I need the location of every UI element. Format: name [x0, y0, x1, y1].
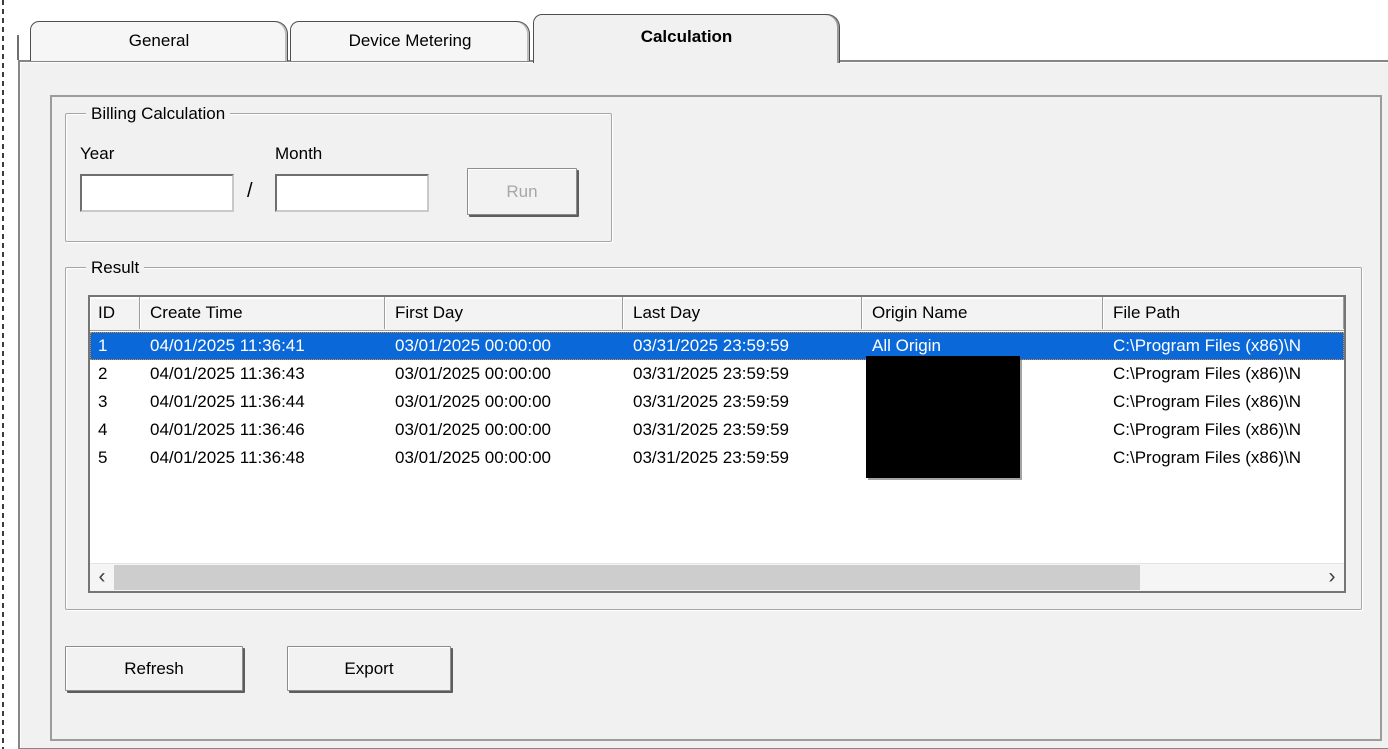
cell-first_day: 03/01/2025 00:00:00 [395, 336, 551, 355]
tab-device-metering[interactable]: Device Metering [290, 21, 530, 61]
cell-file_path: C:\Program Files (x86)\N [1113, 420, 1301, 439]
column-header-first_day[interactable]: First Day [385, 297, 623, 329]
cell-id: 3 [98, 392, 108, 411]
cell-create_time: 04/01/2025 11:36:44 [150, 392, 305, 411]
cell-create_time: 04/01/2025 11:36:48 [150, 448, 305, 467]
refresh-button[interactable]: Refresh [65, 646, 243, 691]
result-table: ID Create Time First Day Last Day Origin Nam… [88, 295, 1346, 593]
table-row[interactable]: 1 04/01/2025 11:36:41 03/01/2025 00:00:00 0… [90, 332, 1344, 360]
cell-id: 4 [98, 420, 108, 439]
cell-create_time: 04/01/2025 11:36:41 [150, 336, 305, 355]
cell-create_time: 04/01/2025 11:36:46 [150, 420, 305, 439]
cell-file_path: C:\Program Files (x86)\N [1113, 364, 1301, 383]
application-window: General Device Metering Calculation Bill… [0, 0, 1388, 749]
scrollbar-thumb[interactable] [114, 565, 1140, 590]
window-left-border-fragment [2, 0, 4, 749]
billing-calculation-group: Billing Calculation Year / Month Run [65, 103, 612, 242]
column-header-create_time[interactable]: Create Time [140, 297, 385, 329]
export-button[interactable]: Export [287, 646, 451, 691]
scroll-left-icon[interactable]: ‹ [90, 564, 114, 591]
month-label: Month [275, 144, 323, 163]
month-input[interactable] [275, 174, 429, 212]
result-group: Result ID Create Time First Day Last Day Ori… [65, 257, 1362, 610]
table-header: ID Create Time First Day Last Day Origin Nam… [90, 297, 1344, 331]
cell-last_day: 03/31/2025 23:59:59 [633, 364, 789, 383]
scroll-right-icon[interactable]: › [1320, 564, 1344, 591]
cell-id: 1 [98, 336, 108, 355]
cell-file_path: C:\Program Files (x86)\N [1113, 392, 1301, 411]
cell-first_day: 03/01/2025 00:00:00 [395, 364, 551, 383]
cell-first_day: 03/01/2025 00:00:00 [395, 392, 551, 411]
cell-id: 2 [98, 364, 108, 383]
redaction-box [866, 356, 1020, 478]
table-row[interactable]: 5 04/01/2025 11:36:48 03/01/2025 00:00:00 0… [90, 444, 1344, 472]
year-label: Year [80, 144, 115, 163]
result-group-title: Result [86, 257, 145, 278]
cell-file_path: C:\Program Files (x86)\N [1113, 336, 1301, 355]
cell-last_day: 03/31/2025 23:59:59 [633, 336, 789, 355]
cell-last_day: 03/31/2025 23:59:59 [633, 448, 789, 467]
column-header-origin_name[interactable]: Origin Name [862, 297, 1103, 329]
billing-group-title: Billing Calculation [86, 103, 231, 124]
cell-last_day: 03/31/2025 23:59:59 [633, 420, 789, 439]
year-input[interactable] [80, 174, 234, 212]
table-row[interactable]: 3 04/01/2025 11:36:44 03/01/2025 00:00:00 0… [90, 388, 1344, 416]
tab-calculation[interactable]: Calculation [533, 14, 840, 63]
table-row[interactable]: 2 04/01/2025 11:36:43 03/01/2025 00:00:00 0… [90, 360, 1344, 388]
cell-create_time: 04/01/2025 11:36:43 [150, 364, 305, 383]
cell-first_day: 03/01/2025 00:00:00 [395, 420, 551, 439]
column-header-id[interactable]: ID [90, 297, 140, 329]
table-row[interactable]: 4 04/01/2025 11:36:46 03/01/2025 00:00:00 0… [90, 416, 1344, 444]
run-button[interactable]: Run [467, 168, 577, 215]
tab-control-left-edge [17, 35, 19, 60]
column-header-file_path[interactable]: File Path [1103, 297, 1344, 329]
cell-file_path: C:\Program Files (x86)\N [1113, 448, 1301, 467]
column-header-last_day[interactable]: Last Day [623, 297, 862, 329]
cell-last_day: 03/31/2025 23:59:59 [633, 392, 789, 411]
horizontal-scrollbar[interactable]: ‹ › [90, 563, 1344, 591]
tab-general[interactable]: General [30, 21, 288, 61]
date-separator: / [247, 180, 253, 202]
cell-first_day: 03/01/2025 00:00:00 [395, 448, 551, 467]
cell-id: 5 [98, 448, 108, 467]
